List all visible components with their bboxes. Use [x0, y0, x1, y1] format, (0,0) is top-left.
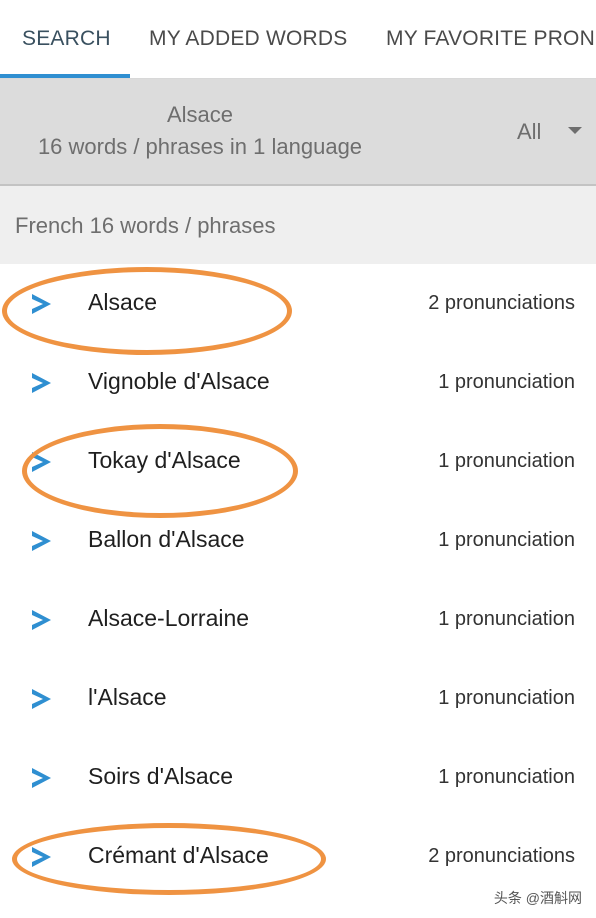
pronunciation-count[interactable]: 2 pronunciations — [428, 292, 575, 315]
play-icon[interactable] — [29, 766, 53, 790]
list-item[interactable]: Tokay d'Alsace 1 pronunciation — [0, 422, 596, 501]
word-label[interactable]: Crémant d'Alsace — [88, 842, 269, 869]
word-label[interactable]: l'Alsace — [88, 684, 167, 711]
word-label[interactable]: Ballon d'Alsace — [88, 526, 245, 553]
word-label[interactable]: Alsace — [88, 289, 157, 316]
pronunciation-count[interactable]: 1 pronunciation — [438, 371, 575, 394]
word-label[interactable]: Soirs d'Alsace — [88, 763, 233, 790]
play-icon[interactable] — [29, 845, 53, 869]
tab-my-favorite-pronunciations[interactable]: MY FAVORITE PRON — [386, 0, 595, 78]
pronunciation-count[interactable]: 1 pronunciation — [438, 450, 575, 473]
list-item[interactable]: Soirs d'Alsace 1 pronunciation — [0, 738, 596, 817]
search-summary: Alsace 16 words / phrases in 1 language … — [0, 79, 596, 186]
list-item[interactable]: Crémant d'Alsace 2 pronunciations — [0, 817, 596, 896]
list-item[interactable]: Alsace 2 pronunciations — [0, 264, 596, 343]
play-icon[interactable] — [29, 687, 53, 711]
result-count: 16 words / phrases in 1 language — [37, 134, 363, 159]
pronunciation-count[interactable]: 1 pronunciation — [438, 529, 575, 552]
pronunciation-count[interactable]: 1 pronunciation — [438, 766, 575, 789]
list-item[interactable]: Ballon d'Alsace 1 pronunciation — [0, 501, 596, 580]
pronunciation-count[interactable]: 1 pronunciation — [438, 687, 575, 710]
play-icon[interactable] — [29, 371, 53, 395]
word-label[interactable]: Alsace-Lorraine — [88, 605, 249, 632]
watermark: 头条 @酒斛网 — [493, 890, 582, 906]
pronunciation-count[interactable]: 2 pronunciations — [428, 845, 575, 868]
list-item[interactable]: Alsace-Lorraine 1 pronunciation — [0, 580, 596, 659]
list-item[interactable]: Vignoble d'Alsace 1 pronunciation — [0, 343, 596, 422]
list-item[interactable]: l'Alsace 1 pronunciation — [0, 659, 596, 738]
play-icon[interactable] — [29, 608, 53, 632]
play-icon[interactable] — [29, 292, 53, 316]
word-label[interactable]: Vignoble d'Alsace — [88, 368, 270, 395]
play-icon[interactable] — [29, 450, 53, 474]
active-tab-indicator — [0, 74, 130, 78]
language-filter-dropdown[interactable]: All — [517, 119, 541, 145]
language-section-header: French 16 words / phrases — [0, 186, 596, 264]
section-label: French 16 words / phrases — [15, 213, 276, 238]
tab-search[interactable]: SEARCH — [22, 0, 111, 78]
tab-bar: SEARCH MY ADDED WORDS MY FAVORITE PRON — [0, 0, 596, 79]
word-label[interactable]: Tokay d'Alsace — [88, 447, 241, 474]
pronunciation-count[interactable]: 1 pronunciation — [438, 608, 575, 631]
search-term: Alsace — [166, 102, 234, 127]
tab-my-added-words[interactable]: MY ADDED WORDS — [149, 0, 347, 78]
dropdown-arrow-icon[interactable] — [568, 127, 582, 134]
play-icon[interactable] — [29, 529, 53, 553]
